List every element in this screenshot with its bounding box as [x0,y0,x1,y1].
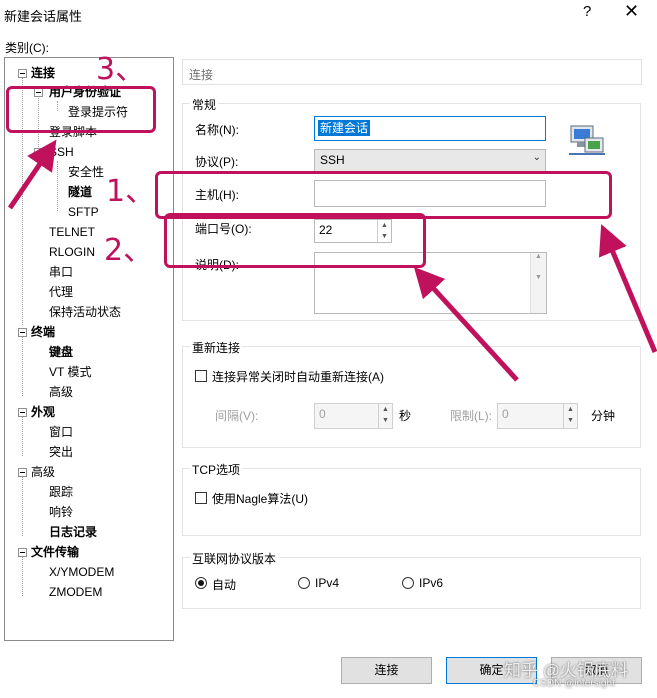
expand-toggle-icon[interactable] [18,548,27,557]
ipv6-label[interactable]: IPv6 [419,576,443,590]
tree-item-bell[interactable]: 响铃 [49,505,73,519]
annotation-box-3 [6,86,156,133]
category-tree[interactable]: 连接 用户身份验证 登录提示符 登录脚本 SSH 安全性 隧道 SFTP TEL… [4,57,174,641]
tree-item-advanced[interactable]: 高级 [49,385,73,399]
tree-item-keyboard[interactable]: 键盘 [49,345,73,359]
protocol-value: SSH [320,153,345,167]
annotation-box-2 [164,213,426,268]
annotation-box-1 [155,171,612,219]
tree-item-appearance[interactable]: 外观 [31,405,55,419]
ip-auto-radio[interactable] [195,577,207,589]
protocol-select[interactable]: SSH ⌄ [314,149,546,172]
interval-spin-buttons[interactable]: ▲ ▼ [378,404,392,428]
tree-item-window[interactable]: 窗口 [49,425,73,439]
annotation-label-1: 1、 [106,174,156,209]
interval-label: 间隔(V): [215,409,259,423]
ipv6-radio[interactable] [402,577,414,589]
protocol-label: 协议(P): [195,155,239,169]
interval-spinner[interactable]: 0 ▲ ▼ [314,403,393,429]
tree-item-serial[interactable]: 串口 [49,265,73,279]
category-label: 类别(C): [5,41,49,55]
tree-item-rlogin[interactable]: RLOGIN [49,245,95,259]
name-field[interactable]: 新建会话 [314,116,546,141]
tree-item-trace[interactable]: 跟踪 [49,485,73,499]
ipv4-radio[interactable] [298,577,310,589]
name-value: 新建会话 [318,120,371,136]
window-title: 新建会话属性 [4,9,83,24]
name-label: 名称(N): [195,123,239,137]
breadcrumb: 连接 [182,59,642,85]
limit-label: 限制(L): [450,409,493,423]
annotation-label-2: 2、 [104,233,154,268]
annotation-label-3: 3、 [96,52,146,87]
tree-item-tunnel[interactable]: 隧道 [68,185,92,199]
expand-toggle-icon[interactable] [18,328,27,337]
tree-item-advanced2[interactable]: 高级 [31,465,55,479]
limit-spin-buttons[interactable]: ▲ ▼ [563,404,577,428]
tree-item-proxy[interactable]: 代理 [49,285,73,299]
ip-auto-label[interactable]: 自动 [212,576,236,593]
reconnect-group [182,346,641,448]
expand-toggle-icon[interactable] [18,69,27,78]
limit-unit: 分钟 [591,409,616,423]
auto-reconnect-checkbox[interactable] [195,370,207,382]
auto-reconnect-label[interactable]: 连接异常关闭时自动重新连接(A) [212,368,384,385]
chevron-down-icon: ⌄ [532,152,541,163]
tree-item-keepalive[interactable]: 保持活动状态 [49,305,121,319]
tree-item-connection[interactable]: 连接 [31,66,55,80]
expand-toggle-icon[interactable] [18,408,27,417]
nagle-label[interactable]: 使用Nagle算法(U) [212,490,308,507]
expand-toggle-icon[interactable] [18,468,27,477]
tree-item-telnet[interactable]: TELNET [49,225,95,239]
limit-spinner[interactable]: 0 ▲ ▼ [497,403,578,429]
tree-item-ssh[interactable]: SSH [49,145,74,159]
connect-button[interactable]: 连接 [341,657,432,684]
interval-value: 0 [319,407,326,421]
limit-value: 0 [502,407,509,421]
tree-item-security[interactable]: 安全性 [68,165,104,179]
tree-item-highlight[interactable]: 突出 [49,445,73,459]
reconnect-group-title: 重新连接 [190,339,243,356]
close-button[interactable]: ✕ [624,1,639,22]
ip-version-group-title: 互联网协议版本 [190,550,279,567]
ipv4-label[interactable]: IPv4 [315,576,339,590]
tree-item-sftp[interactable]: SFTP [68,205,99,219]
tree-item-file-transfer[interactable]: 文件传输 [31,545,79,559]
title-bar: 新建会话属性 ? ✕ [0,0,657,30]
nagle-checkbox[interactable] [195,492,207,504]
network-icon [569,125,605,155]
watermark-line-2: CSDN @intersight [533,678,615,689]
tree-item-zmodem[interactable]: ZMODEM [49,585,102,599]
description-scrollbar[interactable]: ▲ ▼ [530,253,546,313]
general-group-title: 常规 [190,96,219,113]
tree-item-terminal[interactable]: 终端 [31,325,55,339]
tree-item-xymodem[interactable]: X/YMODEM [49,565,114,579]
tree-item-logging[interactable]: 日志记录 [49,525,97,539]
help-button[interactable]: ? [583,3,591,20]
tree-item-vt-mode[interactable]: VT 模式 [49,365,91,379]
tcp-group-title: TCP选项 [190,461,243,478]
expand-toggle-icon[interactable] [34,148,43,157]
interval-unit: 秒 [399,409,412,423]
